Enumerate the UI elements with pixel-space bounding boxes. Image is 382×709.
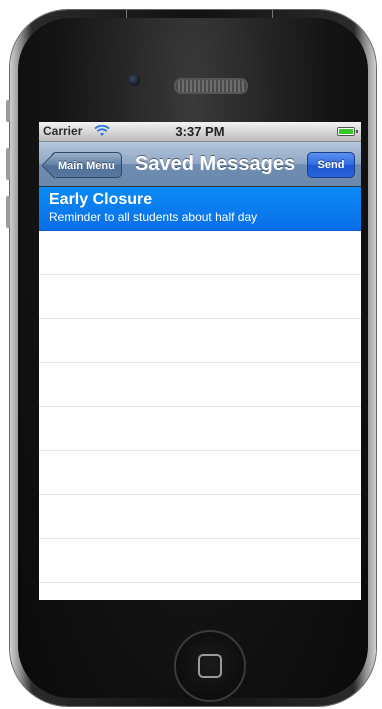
empty-row: [39, 231, 361, 275]
navigation-bar: Main Menu Saved Messages Send: [39, 142, 361, 187]
battery-tip: [356, 130, 358, 133]
status-time: 3:37 PM: [175, 124, 225, 139]
status-bar: Carrier 3:37 PM: [39, 122, 361, 142]
message-subtitle: Reminder to all students about half day: [49, 210, 258, 224]
home-button[interactable]: [174, 630, 246, 702]
volume-down-button: [6, 196, 10, 228]
battery-icon: [337, 127, 358, 136]
empty-row: [39, 319, 361, 363]
volume-up-button: [6, 148, 10, 180]
earpiece-speaker: [174, 78, 248, 94]
battery-level: [339, 129, 353, 134]
empty-row: [39, 539, 361, 583]
front-camera-icon: [128, 74, 140, 86]
empty-row: [39, 275, 361, 319]
list-item-early-closure[interactable]: Early Closure Reminder to all students a…: [39, 187, 361, 231]
send-button[interactable]: Send: [307, 152, 355, 178]
saved-messages-list: Early Closure Reminder to all students a…: [39, 187, 361, 600]
empty-row: [39, 451, 361, 495]
main-menu-back-button[interactable]: Main Menu: [41, 152, 122, 179]
page-title: Saved Messages: [135, 153, 296, 175]
screen: Carrier 3:37 PM Main Menu Saved Messages…: [39, 122, 361, 600]
empty-row: [39, 363, 361, 407]
message-title: Early Closure: [49, 191, 153, 208]
back-button-label: Main Menu: [58, 160, 115, 172]
empty-row: [39, 407, 361, 451]
empty-row: [39, 495, 361, 539]
mute-switch: [6, 100, 10, 122]
empty-row: [39, 583, 361, 600]
home-square-icon: [198, 654, 222, 678]
